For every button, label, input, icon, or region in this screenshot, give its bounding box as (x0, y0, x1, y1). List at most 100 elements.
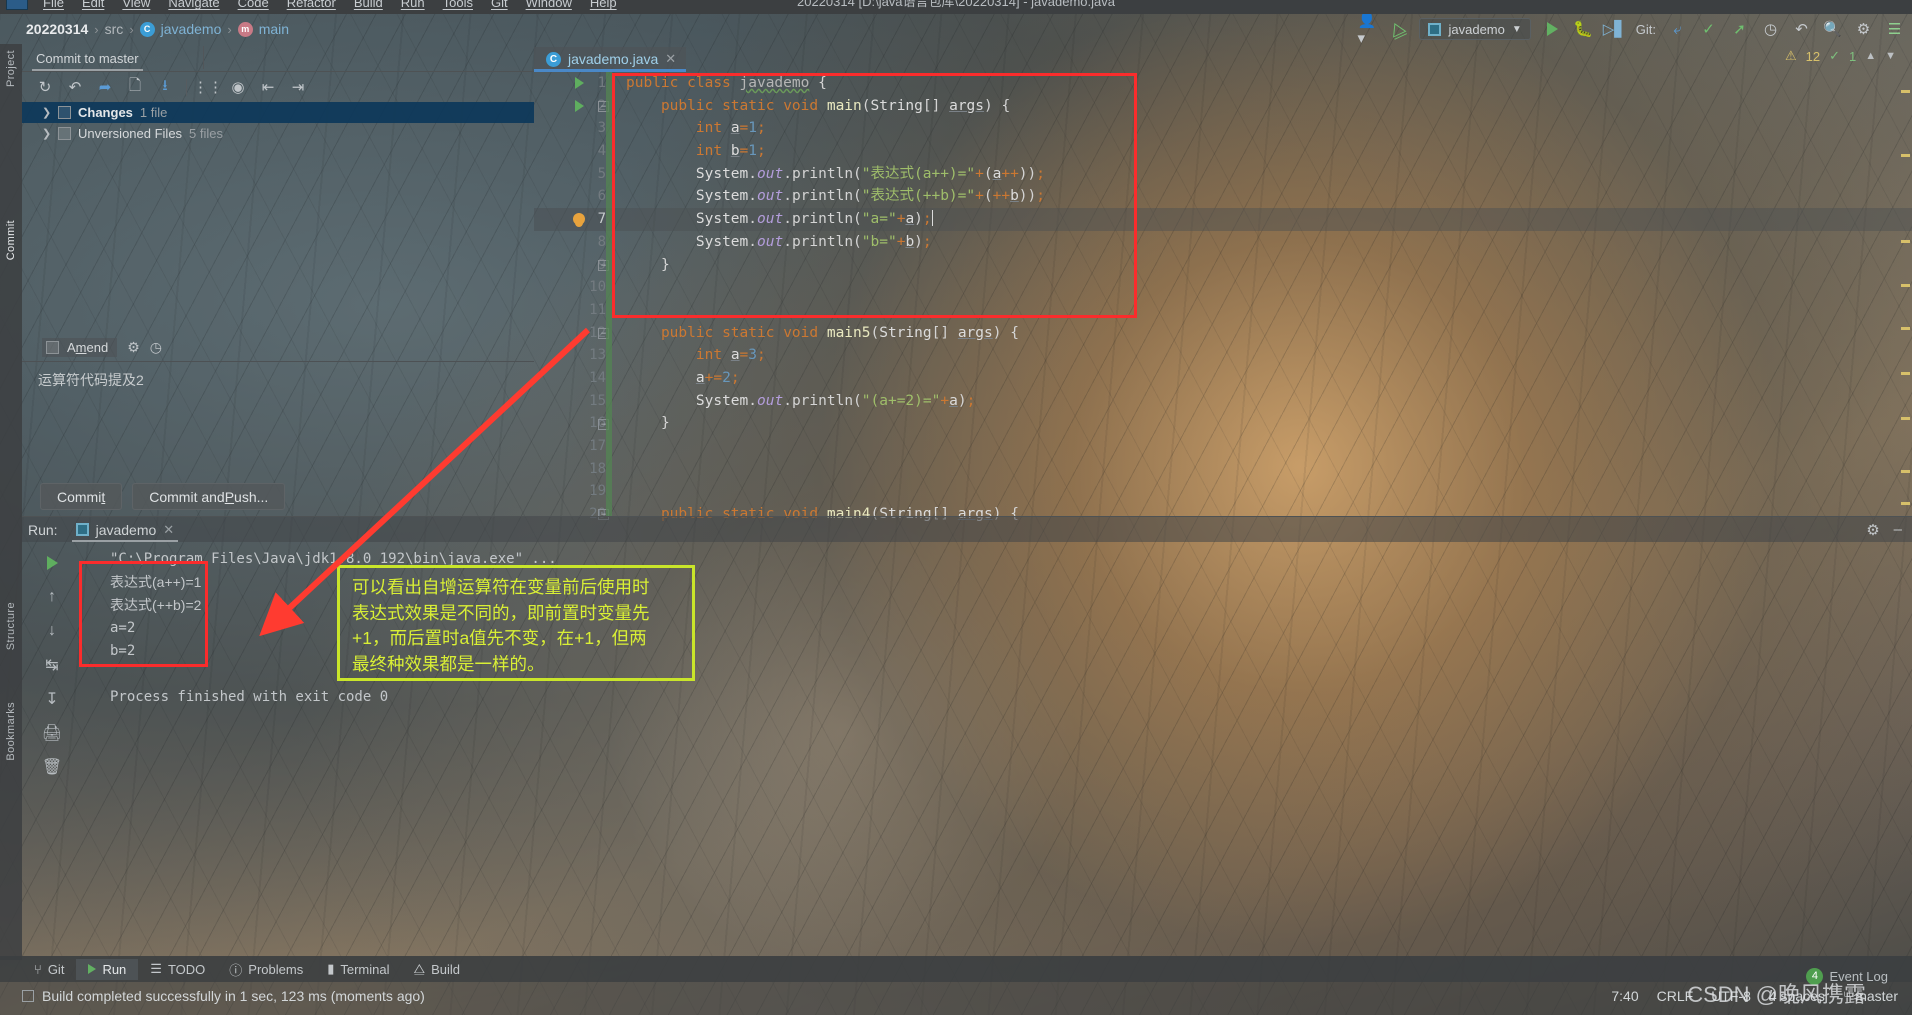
up-icon[interactable]: ↑ (35, 580, 69, 614)
chevron-up-icon[interactable]: ▲ (1865, 50, 1876, 62)
unversioned-node[interactable]: ❯ Unversioned Files 5 files (22, 123, 534, 144)
commit-message-area[interactable]: 运算符代码提及2 (22, 361, 534, 464)
code-line[interactable]: public static void main(String[] args) { (612, 95, 1912, 118)
menu-run[interactable]: Run (392, 0, 434, 10)
debug-icon[interactable]: 🐛 (1573, 20, 1593, 39)
run-configuration-selector[interactable]: javademo ▼ (1419, 18, 1531, 40)
bottom-tab-terminal[interactable]: ▮ Terminal (315, 958, 401, 980)
amend-control[interactable]: Amend (42, 337, 118, 357)
chevron-right-icon[interactable]: ❯ (42, 127, 51, 140)
code-line[interactable] (612, 299, 1912, 322)
editor-tab-javademo[interactable]: C javademo.java ✕ (534, 47, 687, 72)
print-icon[interactable]: 🖨 (35, 716, 69, 750)
layout-icon[interactable]: ☰ (1885, 20, 1904, 39)
menu-view[interactable]: View (113, 0, 159, 10)
minimize-icon[interactable]: – (1894, 521, 1902, 538)
breadcrumb-class[interactable]: javademo (161, 21, 222, 37)
caret-position[interactable]: 7:40 (1611, 988, 1638, 1004)
menu-tools[interactable]: Tools (434, 0, 482, 10)
group-by-icon[interactable]: ⋮⋮ (193, 74, 223, 100)
code-line[interactable]: System.out.println("a="+a); (612, 208, 1912, 231)
breadcrumb-src[interactable]: src (105, 21, 124, 37)
coverage-icon[interactable]: ▷▋ (1603, 20, 1626, 39)
close-icon[interactable]: ✕ (163, 522, 174, 538)
down-icon[interactable]: ↓ (35, 614, 69, 648)
code-line[interactable]: int a=1; (612, 117, 1912, 140)
preview-icon[interactable]: ◉ (223, 74, 253, 100)
rerun-icon[interactable] (35, 546, 69, 580)
bottom-tab-problems[interactable]: ⓘ Problems (217, 957, 315, 982)
amend-checkbox[interactable] (46, 340, 59, 354)
history-icon[interactable]: ◷ (1761, 20, 1780, 39)
bottom-tab-todo[interactable]: ☰ TODO (138, 958, 217, 980)
account-icon[interactable]: 👤▾ (1357, 12, 1376, 47)
code-line[interactable]: int b=1; (612, 140, 1912, 163)
run-icon[interactable] (1543, 20, 1562, 39)
commit-button[interactable]: Commi t (40, 483, 123, 510)
code-line[interactable]: System.out.println("(a+=2)="+a); (612, 390, 1912, 413)
menu-help[interactable]: Help (581, 0, 626, 10)
gear-icon[interactable]: ⚙ (1854, 20, 1873, 39)
code-line[interactable]: a+=2; (612, 367, 1912, 390)
menu-code[interactable]: Code (229, 0, 278, 10)
menu-build[interactable]: Build (345, 0, 392, 10)
source-code[interactable]: public class javademo { public static vo… (612, 72, 1912, 522)
refresh-icon[interactable]: ↻ (30, 74, 60, 100)
tool-window-bookmarks[interactable]: Bookmarks (5, 696, 17, 767)
update-project-icon[interactable]: ⤶ (1668, 20, 1687, 39)
tool-window-structure[interactable]: Structure (5, 596, 17, 656)
gear-icon[interactable]: ⚙ (127, 339, 140, 356)
intention-bulb-icon[interactable] (573, 213, 585, 226)
push-icon[interactable]: ➚ (1730, 20, 1749, 39)
bottom-tab-build[interactable]: ⧋ Build (402, 958, 473, 980)
expand-all-icon[interactable]: ⇤ (253, 74, 283, 100)
tab-commit-to-master[interactable]: Commit to master (22, 48, 153, 71)
changes-node[interactable]: ❯ Changes 1 file (22, 102, 534, 123)
run-gutter-icon[interactable] (575, 77, 584, 89)
collapse-all-icon[interactable]: ⇥ (283, 74, 313, 100)
menu-refactor[interactable]: Refactor (278, 0, 345, 10)
run-gutter-icon[interactable] (575, 99, 584, 112)
code-line[interactable]: public static void main5(String[] args) … (612, 322, 1912, 345)
code-line[interactable]: public class javademo { (612, 72, 1912, 95)
code-line[interactable] (612, 435, 1912, 458)
code-line[interactable] (612, 276, 1912, 299)
menu-navigate[interactable]: Navigate (159, 0, 228, 10)
menu-git[interactable]: Git (482, 0, 517, 10)
code-line[interactable]: } (612, 254, 1912, 277)
menu-window[interactable]: Window (517, 0, 581, 10)
bottom-tab-run[interactable]: Run (76, 958, 139, 980)
message-icon[interactable]: 🗋 (120, 74, 150, 100)
clear-all-icon[interactable]: 🗑 (35, 750, 69, 784)
run-tab-javademo[interactable]: javademo ✕ (68, 520, 183, 542)
close-icon[interactable]: ✕ (665, 51, 676, 67)
code-line[interactable]: System.out.println("表达式(++b)="+(++b)); (612, 185, 1912, 208)
undo-icon[interactable]: ↶ (1792, 20, 1811, 39)
commit-and-push-button[interactable]: Commit and Push... (132, 483, 286, 510)
bottom-tab-git[interactable]: ⑂ Git (22, 959, 76, 980)
search-icon[interactable]: 🔍 (1823, 20, 1842, 39)
build-icon[interactable]: ⧋ (1385, 16, 1410, 41)
menu-file[interactable]: File (34, 0, 73, 10)
breadcrumb-method[interactable]: main (259, 21, 289, 37)
diff-icon[interactable]: ➦ (90, 74, 120, 100)
rollback-icon[interactable]: ↶ (60, 74, 90, 100)
code-line[interactable] (612, 480, 1912, 503)
code-line[interactable]: System.out.println("b="+b); (612, 231, 1912, 254)
error-stripe-markers[interactable] (1898, 72, 1912, 516)
tool-window-project[interactable]: Project (5, 44, 17, 93)
code-line[interactable] (612, 458, 1912, 481)
commit-icon[interactable]: ✓ (1699, 20, 1718, 39)
tool-window-commit[interactable]: Commit (5, 214, 17, 266)
gear-icon[interactable]: ⚙ (1866, 521, 1879, 539)
breadcrumb-project[interactable]: 20220314 (26, 21, 88, 37)
clock-icon[interactable]: ◷ (150, 339, 162, 356)
unversioned-checkbox[interactable] (58, 127, 71, 140)
code-line[interactable]: int a=3; (612, 344, 1912, 367)
chevron-down-icon[interactable]: ▼ (1885, 50, 1896, 62)
soft-wrap-icon[interactable]: ↹ (35, 648, 69, 682)
menu-edit[interactable]: Edit (73, 0, 113, 10)
update-icon[interactable]: ⭳ (150, 74, 180, 100)
chevron-right-icon[interactable]: ❯ (42, 106, 51, 119)
code-line[interactable]: System.out.println("表达式(a++)="+(a++)); (612, 163, 1912, 186)
